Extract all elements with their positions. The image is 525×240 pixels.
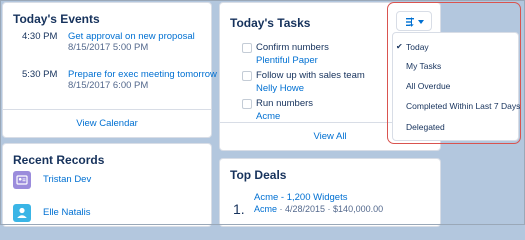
task-related-link[interactable]: Nelly Howe: [256, 83, 304, 94]
record-name-link[interactable]: Tristan Dev: [43, 174, 91, 185]
task-checkbox[interactable]: [242, 43, 252, 53]
menu-item-completed[interactable]: Completed Within Last 7 Days: [393, 96, 521, 116]
events-title: Today's Events: [13, 12, 100, 26]
event-time: 4:30 PM: [22, 31, 58, 42]
checkmark-icon: ✔: [396, 42, 403, 51]
deal-meta: Acme · 4/28/2015 · $140,000.00: [254, 204, 383, 214]
tasks-title: Today's Tasks: [230, 16, 311, 30]
task-label: Follow up with sales team: [256, 70, 365, 81]
deals-title: Top Deals: [230, 168, 287, 182]
events-card: Today's Events 4:30 PM Get approval on n…: [2, 2, 217, 138]
deal-details: · 4/28/2015 · $140,000.00: [277, 204, 384, 214]
event-title-link[interactable]: Prepare for exec meeting tomorrow: [68, 69, 217, 80]
menu-item-label: My Tasks: [406, 61, 442, 71]
filter-list-icon: [406, 17, 424, 27]
recent-records-card: Recent Records Tristan Dev Elle Natalis: [2, 143, 212, 227]
view-calendar-link[interactable]: View Calendar: [3, 109, 211, 137]
top-deals-card: Top Deals 1. Acme - 1,200 Widgets Acme ·…: [219, 158, 441, 227]
contact-icon: [13, 171, 31, 189]
menu-item-today[interactable]: ✔ Today: [393, 37, 518, 57]
event-title-link[interactable]: Get approval on new proposal: [68, 31, 195, 42]
task-filter-menu: ✔ Today My Tasks All Overdue Completed W…: [392, 32, 521, 141]
task-related-link[interactable]: Plentiful Paper: [256, 55, 318, 66]
record-item[interactable]: Tristan Dev: [13, 171, 203, 189]
event-time: 5:30 PM: [22, 69, 58, 80]
menu-item-label: Today: [406, 42, 429, 52]
record-name-link[interactable]: Elle Natalis: [43, 207, 91, 218]
event-date: 8/15/2017 6:00 PM: [68, 80, 149, 91]
deal-rank: 1.: [233, 201, 245, 217]
task-filter-button[interactable]: [396, 11, 432, 31]
person-icon: [13, 204, 31, 222]
menu-item-delegated[interactable]: Delegated: [393, 117, 518, 137]
task-label: Confirm numbers: [256, 42, 329, 53]
deal-account-link[interactable]: Acme: [254, 204, 277, 214]
task-checkbox[interactable]: [242, 71, 252, 81]
menu-item-label: Delegated: [406, 122, 445, 132]
menu-item-label: All Overdue: [406, 81, 451, 91]
menu-item-label: Completed Within Last 7 Days: [406, 101, 521, 111]
deal-title-link[interactable]: Acme - 1,200 Widgets: [254, 192, 347, 203]
menu-item-all-overdue[interactable]: All Overdue: [393, 76, 518, 96]
records-title: Recent Records: [13, 153, 105, 167]
record-item[interactable]: Elle Natalis: [13, 204, 203, 222]
task-related-link[interactable]: Acme: [256, 111, 280, 122]
menu-item-my-tasks[interactable]: My Tasks: [393, 56, 518, 76]
event-date: 8/15/2017 5:00 PM: [68, 42, 149, 53]
task-checkbox[interactable]: [242, 99, 252, 109]
task-label: Run numbers: [256, 98, 314, 109]
